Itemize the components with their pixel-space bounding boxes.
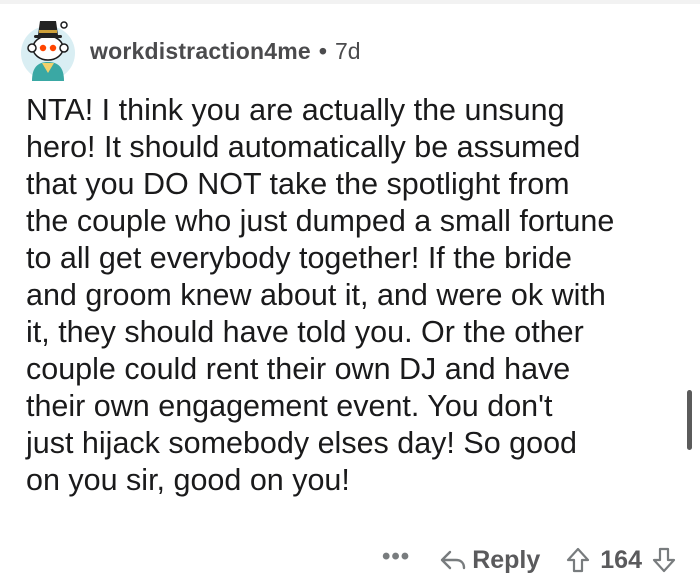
comment-card: workdistraction4me • 7d NTA! I think you… <box>0 0 700 588</box>
vote-controls: 164 <box>566 546 676 575</box>
scrollbar-thumb[interactable] <box>687 390 692 450</box>
upvote-arrow-icon[interactable] <box>566 547 590 573</box>
more-options-button[interactable]: ••• <box>382 543 410 571</box>
reply-button[interactable]: Reply <box>440 546 540 575</box>
author-username[interactable]: workdistraction4me <box>90 38 311 65</box>
comment-actions: ••• Reply 164 <box>382 540 676 580</box>
snoo-avatar-icon[interactable] <box>20 15 76 81</box>
reply-label: Reply <box>472 545 541 574</box>
vote-score: 164 <box>600 545 642 574</box>
comment-meta: workdistraction4me • 7d <box>90 38 361 65</box>
downvote-arrow-icon[interactable] <box>652 547 676 573</box>
comment-body: NTA! I think you are actually the unsung… <box>26 93 615 497</box>
comment-age: 7d <box>334 37 361 64</box>
reply-arrow-icon <box>440 550 466 570</box>
meta-separator: • <box>318 37 327 64</box>
comment-header: workdistraction4me • 7d <box>20 12 361 84</box>
